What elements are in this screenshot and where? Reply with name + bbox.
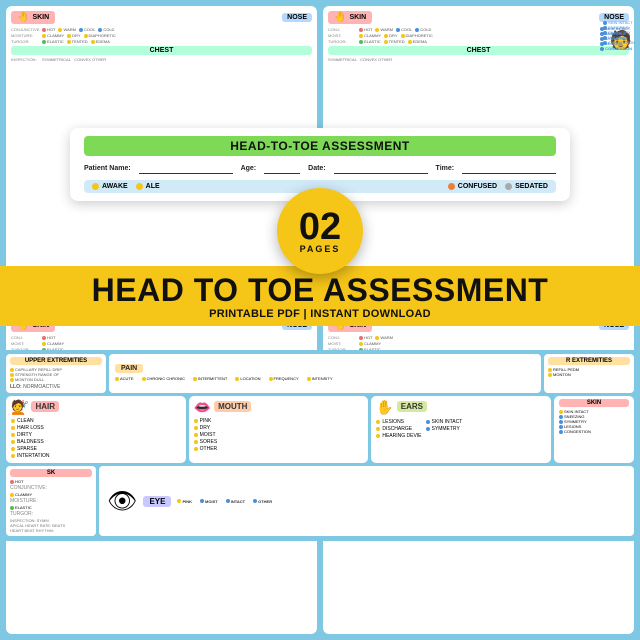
pain-intensity: INTENSITY <box>312 376 333 381</box>
mouth-icon: 👄 <box>194 399 211 416</box>
page-root: 🤚 SKIN NOSE CONJUNCTIVE: HOT WARM COOL C… <box>0 0 640 640</box>
hair-clean: CLEAN <box>17 418 34 424</box>
extremities-pain-row: UPPER EXTREMITIES CAPILLARY REFILL DRIP … <box>6 354 634 393</box>
bottom-section: UPPER EXTREMITIES CAPILLARY REFILL DRIP … <box>0 350 640 541</box>
hair-card: 💇 HAIR CLEAN HAIR LOSS DIRTY BALDNESS SP… <box>6 396 186 463</box>
nose-badge-tl: NOSE <box>282 13 312 22</box>
eye-row: SK HOT CONJUNCTIVE: CLAMMY MOISTURE: ELA… <box>6 466 634 536</box>
pain-title: PAIN <box>115 364 143 373</box>
badge-label: PAGES <box>300 244 341 254</box>
hair-baldness: BALDNESS <box>17 439 44 445</box>
pain-location: LOCATION <box>240 376 260 381</box>
date-field[interactable] <box>334 162 428 174</box>
mouth-card: 👄 MOUTH PINK DRY MOIST SORES OTHER <box>189 396 369 463</box>
pain-frequency: FREQUENCY <box>274 376 299 381</box>
cons-label-awake: AWAKE <box>102 183 128 190</box>
skin-badge-tr: 🤚 SKIN <box>328 11 372 24</box>
cons-confused: CONFUSED <box>448 183 497 190</box>
patient-info-row: Patient Name: Age: Date: Time: <box>84 162 556 174</box>
ears-title: EARS <box>397 401 427 412</box>
left-extremities-card: UPPER EXTREMITIES CAPILLARY REFILL DRIP … <box>6 354 106 393</box>
cons-awake: AWAKE <box>92 183 128 190</box>
cons-sedated: SEDATED <box>505 183 548 190</box>
main-title: HEAD TO TOE ASSESSMENT <box>0 274 640 308</box>
hair-sparse: SPARSE <box>17 446 37 452</box>
date-label: Date: <box>308 165 326 172</box>
ears-icon: ✋ <box>376 399 393 416</box>
time-label: Time: <box>436 165 455 172</box>
ears-card: ✋ EARS LESIONS DISCHARGE HEARING DEVIE S… <box>371 396 551 463</box>
cons-dot-sedated <box>505 183 512 190</box>
cons-dot-alert <box>136 183 143 190</box>
pain-chronic: CHRONIC CHRONIC <box>147 376 185 381</box>
cons-dot-awake <box>92 183 99 190</box>
eye-title: EYE <box>143 496 171 507</box>
left-page-glimpse: SK HOT CONJUNCTIVE: CLAMMY MOISTURE: ELA… <box>6 466 96 536</box>
skin-glimpse-right: SKIN SKIN INTACT SNEEZING SYMMETRY LESIO… <box>554 396 634 463</box>
cons-alert: ALE <box>136 183 160 190</box>
hair-intertation: INTERTATION <box>17 453 50 459</box>
number-badge: 02 PAGES <box>277 188 363 274</box>
hair-dirty: DIRTY <box>17 432 32 438</box>
eye-items: PINK MOIST INTACT OTHER <box>177 499 272 504</box>
pain-card: PAIN ACUTE CHRONIC CHRONIC INTERMITTENT … <box>109 354 541 393</box>
body-cards-row: 💇 HAIR CLEAN HAIR LOSS DIRTY BALDNESS SP… <box>6 396 634 463</box>
patient-name-field[interactable] <box>139 162 233 174</box>
patient-name-label: Patient Name: <box>84 165 131 172</box>
form-title: HEAD-TO-TOE ASSESSMENT <box>84 136 556 156</box>
pain-acute: ACUTE <box>120 376 134 381</box>
pain-items: ACUTE CHRONIC CHRONIC INTERMITTENT LOCAT… <box>115 376 535 381</box>
pain-intermittent: INTERMITTENT <box>198 376 227 381</box>
hair-icon: 💇 <box>11 399 28 416</box>
subtitle: PRINTABLE PDF | INSTANT DOWNLOAD <box>0 308 640 320</box>
eye-icon: 👁 <box>107 487 137 516</box>
age-field[interactable] <box>264 162 300 174</box>
mouth-title: MOUTH <box>214 401 251 412</box>
cons-label-alert: ALE <box>146 183 160 190</box>
hair-title: HAIR <box>31 401 59 412</box>
yellow-banner: HEAD TO TOE ASSESSMENT PRINTABLE PDF | I… <box>0 266 640 326</box>
cons-label-sedated: SEDATED <box>515 183 548 190</box>
cons-label-confused: CONFUSED <box>458 183 497 190</box>
cons-dot-confused <box>448 183 455 190</box>
right-extremities-card: R EXTREMITIES REFILL PEDM MONTON <box>544 354 634 393</box>
hair-hair-loss: HAIR LOSS <box>17 425 44 431</box>
age-label: Age: <box>241 165 257 172</box>
eye-card: 👁 EYE PINK MOIST INTACT OTHER <box>99 466 634 536</box>
skin-badge-tl: 🤚 SKIN <box>11 11 55 24</box>
time-field[interactable] <box>462 162 556 174</box>
badge-number: 02 <box>299 208 341 246</box>
